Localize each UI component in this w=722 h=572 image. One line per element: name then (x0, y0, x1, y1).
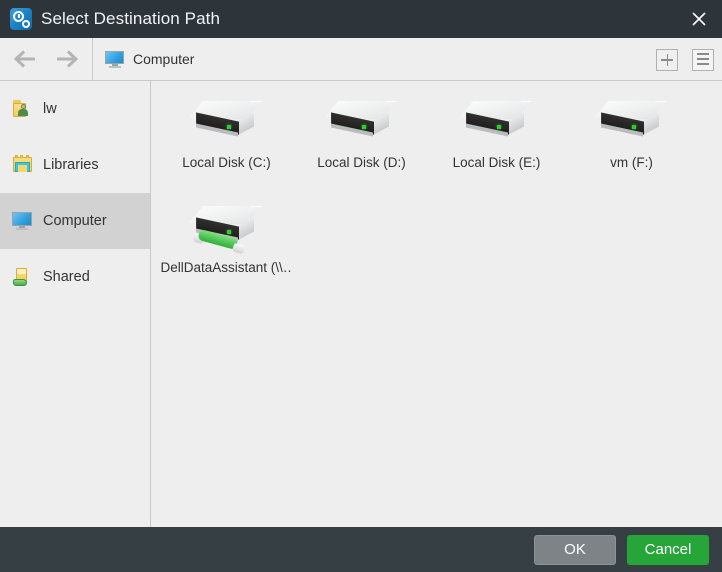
drive-label: vm (F:) (610, 155, 653, 170)
sidebar-item-label: Shared (43, 269, 90, 285)
sidebar-item-label: Computer (43, 213, 107, 229)
drive-item[interactable]: Local Disk (D:) (294, 93, 429, 198)
drive-label: Local Disk (D:) (317, 155, 406, 170)
close-icon (692, 12, 706, 26)
app-clock-gear-icon (10, 8, 32, 30)
navigation-toolbar: Computer (0, 38, 722, 81)
forward-button[interactable] (46, 38, 86, 80)
sidebar-item-lw[interactable]: lw (0, 81, 150, 137)
toolbar-divider (92, 38, 93, 80)
user-folder-icon (12, 99, 34, 119)
shared-folder-icon (12, 267, 34, 287)
libraries-icon (12, 155, 34, 175)
computer-monitor-icon (12, 211, 34, 231)
file-list-area[interactable]: Local Disk (C:) Local Disk (D:) Local Di… (151, 81, 722, 527)
hard-drive-icon (458, 99, 532, 145)
drive-item[interactable]: Local Disk (E:) (429, 93, 564, 198)
breadcrumb-location: Computer (133, 51, 195, 67)
toolbar-actions (656, 38, 714, 81)
window-title: Select Destination Path (41, 9, 221, 28)
drive-label: Local Disk (E:) (452, 155, 541, 170)
sidebar-item-shared[interactable]: Shared (0, 249, 150, 305)
back-button[interactable] (6, 38, 46, 80)
sidebar-item-computer[interactable]: Computer (0, 193, 150, 249)
sidebar: lw Libraries Computer Shared (0, 81, 151, 527)
drive-item[interactable]: vm (F:) (564, 93, 699, 198)
drive-label: DellDataAssistant (\\… (160, 260, 293, 275)
title-bar: Select Destination Path (0, 0, 722, 38)
dialog-body: lw Libraries Computer Shared Local Disk … (0, 81, 722, 527)
drive-label: Local Disk (C:) (182, 155, 271, 170)
hard-drive-icon (188, 99, 262, 145)
new-folder-button[interactable] (656, 48, 678, 71)
view-mode-button[interactable] (692, 48, 714, 71)
sidebar-item-libraries[interactable]: Libraries (0, 137, 150, 193)
network-drive-icon (188, 204, 262, 255)
hard-drive-icon (593, 99, 667, 145)
arrow-left-icon (13, 50, 35, 68)
dialog-footer: OK Cancel (0, 527, 722, 572)
hard-drive-icon (323, 99, 397, 145)
close-button[interactable] (676, 0, 722, 38)
select-destination-path-dialog: Select Destination Path Computer lw Libr… (0, 0, 722, 572)
breadcrumb[interactable]: Computer (101, 38, 194, 80)
computer-monitor-icon (105, 51, 124, 68)
drive-grid: Local Disk (C:) Local Disk (D:) Local Di… (151, 81, 722, 303)
arrow-right-icon (57, 50, 79, 68)
cancel-button[interactable]: Cancel (627, 534, 709, 565)
sidebar-item-label: Libraries (43, 157, 99, 173)
drive-item[interactable]: DellDataAssistant (\\… (159, 198, 294, 303)
ok-button[interactable]: OK (534, 534, 616, 565)
drive-item[interactable]: Local Disk (C:) (159, 93, 294, 198)
sidebar-item-label: lw (43, 101, 57, 117)
